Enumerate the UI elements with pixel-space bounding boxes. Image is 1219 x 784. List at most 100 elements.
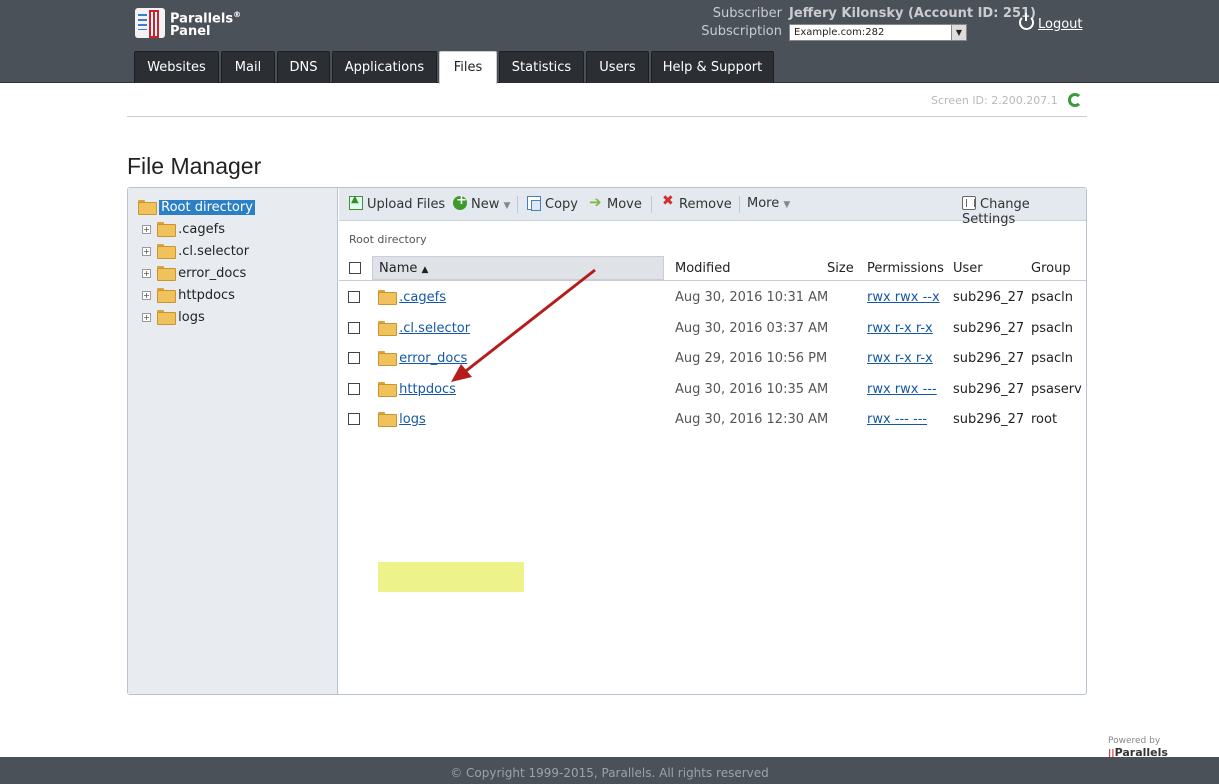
file-name-cell[interactable]: .cagefs [378, 290, 446, 305]
table-row[interactable]: error_docs Aug 29, 2016 10:56 PM rwx r-x r… [338, 343, 1085, 373]
table-row[interactable]: httpdocs Aug 30, 2016 10:35 AM rwx rwx ---… [338, 374, 1085, 404]
column-size[interactable]: Size [827, 261, 854, 276]
column-group[interactable]: Group [1031, 261, 1071, 276]
new-button[interactable]: New ▼ [453, 193, 510, 212]
file-manager-panel: Root directory + .cagefs + .cl.selector … [127, 187, 1087, 695]
select-all-checkbox[interactable] [349, 262, 361, 274]
user-cell: sub296_27 [953, 381, 1025, 397]
column-modified[interactable]: Modified [675, 261, 730, 276]
column-user[interactable]: User [953, 261, 983, 276]
more-button[interactable]: More ▼ [747, 196, 790, 211]
page-title: File Manager [127, 153, 262, 179]
tab-mail[interactable]: Mail [221, 51, 275, 83]
file-link[interactable]: .cl.selector [399, 321, 470, 336]
move-button[interactable]: Move [589, 193, 642, 212]
table-header: Name ▲ Modified Size Permissions User Gr… [339, 255, 1086, 281]
folder-open-icon [138, 200, 157, 215]
permissions-link[interactable]: rwx --- --- [867, 412, 927, 427]
file-link[interactable]: error_docs [399, 351, 467, 366]
user-cell: sub296_27 [953, 351, 1025, 366]
tab-websites[interactable]: Websites [134, 51, 219, 83]
modified-cell: Aug 30, 2016 03:37 AM [675, 320, 829, 336]
tab-files[interactable]: Files [439, 51, 497, 84]
powered-by[interactable]: Powered by ||Parallels [1108, 736, 1219, 759]
table-row[interactable]: .cagefs Aug 30, 2016 10:31 AM rwx rwx --x s… [338, 282, 1085, 312]
copy-button[interactable]: Copy [527, 196, 578, 212]
tree-item[interactable]: + httpdocs [128, 286, 328, 306]
folder-icon [157, 288, 176, 303]
group-cell: psacln [1031, 290, 1073, 305]
file-name-cell[interactable]: .cl.selector [378, 320, 470, 336]
tab-users[interactable]: Users [586, 51, 649, 83]
column-permissions[interactable]: Permissions [867, 261, 944, 276]
user-cell: sub296_27 [953, 320, 1025, 336]
subscriber-value: Jeffery Kilonsky (Account ID: 251) [789, 6, 1036, 21]
group-cell: psacln [1031, 320, 1073, 336]
expand-icon[interactable]: + [142, 225, 151, 234]
modified-cell: Aug 30, 2016 10:31 AM [675, 290, 829, 305]
folder-icon [378, 320, 397, 336]
tree-item[interactable]: + logs [128, 308, 328, 328]
remove-button[interactable]: Remove [661, 193, 732, 212]
permissions-link[interactable]: rwx r-x r-x [867, 321, 933, 336]
subscription-label: Subscription [701, 24, 782, 39]
permissions-cell[interactable]: rwx rwx --x [867, 290, 940, 305]
table-row[interactable]: .cl.selector Aug 30, 2016 03:37 AM rwx r-x… [338, 313, 1085, 343]
permissions-link[interactable]: rwx r-x r-x [867, 351, 933, 366]
tree-root[interactable]: Root directory [138, 198, 255, 218]
expand-icon[interactable]: + [142, 247, 151, 256]
tree-item[interactable]: + error_docs [128, 264, 328, 284]
file-link[interactable]: logs [399, 412, 426, 427]
top-header: Parallels® Panel Subscriber Jeffery Kilo… [0, 0, 1219, 84]
tree-item[interactable]: + .cl.selector [128, 242, 328, 262]
row-checkbox[interactable] [348, 352, 360, 364]
folder-icon [157, 266, 176, 281]
column-name[interactable]: Name ▲ [379, 261, 428, 276]
tab-statistics[interactable]: Statistics [499, 51, 584, 83]
row-checkbox[interactable] [348, 382, 360, 395]
permissions-link[interactable]: rwx rwx --x [867, 290, 940, 305]
row-checkbox[interactable] [348, 291, 360, 303]
folder-icon [157, 222, 176, 237]
user-cell: sub296_27 [953, 290, 1025, 305]
brand-name: Parallels® Panel [170, 10, 242, 40]
power-icon [1019, 13, 1034, 30]
chevron-down-icon[interactable]: ▼ [951, 25, 966, 40]
file-link[interactable]: httpdocs [399, 382, 456, 397]
folder-icon [378, 412, 397, 427]
expand-icon[interactable]: + [142, 269, 151, 278]
file-link[interactable]: .cagefs [399, 290, 446, 305]
permissions-cell[interactable]: rwx r-x r-x [867, 351, 933, 366]
directory-tree: Root directory + .cagefs + .cl.selector … [128, 188, 338, 694]
tree-item[interactable]: + .cagefs [128, 220, 328, 240]
subscription-select[interactable]: Example.com:282 ▼ [789, 24, 967, 41]
group-cell: psaserv [1031, 381, 1082, 397]
row-checkbox[interactable] [348, 413, 360, 425]
tab-applications[interactable]: Applications [332, 51, 437, 83]
folder-icon [157, 244, 176, 259]
refresh-icon[interactable] [1068, 93, 1082, 107]
folder-icon [378, 351, 397, 366]
folder-icon [378, 290, 397, 305]
add-icon [453, 193, 467, 210]
file-name-cell[interactable]: httpdocs [378, 381, 456, 397]
expand-icon[interactable]: + [142, 291, 151, 300]
permissions-link[interactable]: rwx rwx --- [867, 382, 937, 397]
group-cell: psacln [1031, 351, 1073, 366]
file-name-cell[interactable]: logs [378, 412, 426, 427]
tab-dns[interactable]: DNS [277, 51, 330, 83]
table-row[interactable]: logs Aug 30, 2016 12:30 AM rwx --- --- sub2… [338, 404, 1085, 434]
permissions-cell[interactable]: rwx r-x r-x [867, 321, 933, 336]
permissions-cell[interactable]: rwx --- --- [867, 412, 927, 427]
footer-copyright: © Copyright 1999-2015, Parallels. All ri… [0, 757, 1219, 784]
upload-files-button[interactable]: Upload Files [349, 194, 445, 212]
permissions-cell[interactable]: rwx rwx --- [867, 382, 937, 397]
file-name-cell[interactable]: error_docs [378, 351, 467, 366]
change-settings-button[interactable]: Change Settings [962, 196, 1086, 227]
tab-help-support[interactable]: Help & Support [651, 51, 774, 83]
expand-icon[interactable]: + [142, 313, 151, 322]
modified-cell: Aug 30, 2016 10:35 AM [675, 381, 829, 397]
logout-link[interactable]: Logout [1019, 13, 1083, 32]
parallels-logo-icon[interactable] [135, 8, 167, 40]
row-checkbox[interactable] [348, 321, 360, 334]
